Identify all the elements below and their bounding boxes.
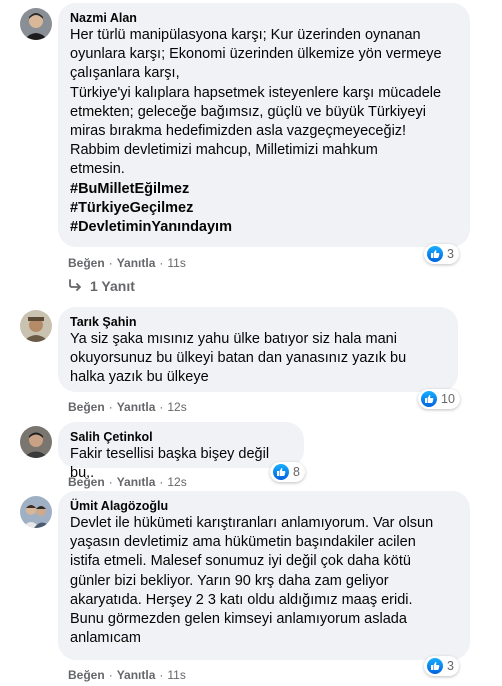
comment-line: akaryatıda. Herşey 2 3 katı oldu aldığım…	[70, 591, 413, 608]
avatar[interactable]	[20, 496, 52, 528]
avatar[interactable]	[20, 426, 52, 458]
reaction-count[interactable]: 8	[270, 462, 305, 482]
comment-line: Türkiye'yi kalıplara hapsetmek isteyenle…	[70, 84, 442, 101]
hashtag-link[interactable]: #DevletiminYanındayım	[70, 218, 458, 237]
comment-line: Ya siz şaka mısınız yahu ülke batıyor si…	[70, 331, 397, 347]
reply-button[interactable]: Yanıtla	[117, 256, 156, 270]
like-icon	[427, 246, 443, 262]
comment-bubble: Salih Çetinkol Fakir tesellisi başka biş…	[58, 422, 304, 481]
comment-line: Her türlü manipülasyona karşı; Kur üzeri…	[70, 27, 421, 43]
reaction-count[interactable]: 10	[418, 389, 460, 409]
reply-button[interactable]: Yanıtla	[117, 475, 156, 489]
comment-line: miras bırakma hedefimizden asla vazgeçme…	[70, 123, 407, 140]
comment-author[interactable]: Ümit Alagözoğlu	[70, 498, 458, 514]
like-button[interactable]: Beğen	[68, 668, 105, 682]
reaction-count-text: 3	[447, 659, 454, 673]
comment-line: Rabbim devletimizi mahcup, Milletimizi m…	[70, 142, 378, 159]
timestamp[interactable]: 12s	[167, 475, 186, 489]
reply-button[interactable]: Yanıtla	[117, 400, 156, 414]
like-button[interactable]: Beğen	[68, 400, 105, 414]
comment-line: oyunlara karşı; Ekonomi üzerinden ülkemi…	[70, 46, 442, 63]
comment-actions: Beğen · Yanıtla · 11s	[68, 668, 186, 682]
like-icon	[427, 658, 443, 674]
comment-bubble: Ümit Alagözoğlu Devlet ile hükümeti karı…	[58, 491, 470, 660]
comment-text: Ya siz şaka mısınız yahu ülke batıyor si…	[70, 330, 446, 388]
comment-text: Devlet ile hükümeti karıştıranları anlam…	[70, 514, 458, 648]
timestamp[interactable]: 11s	[167, 256, 185, 270]
comment-text: Her türlü manipülasyona karşı; Kur üzeri…	[70, 26, 458, 237]
timestamp[interactable]: 12s	[167, 400, 186, 414]
reaction-count[interactable]: 3	[424, 656, 459, 676]
comment-line: etmekten; geleceğe bağımsız, güçlü ve bü…	[70, 103, 426, 120]
timestamp[interactable]: 11s	[167, 668, 185, 682]
hashtag-link[interactable]: #BuMilletEğilmez	[70, 180, 458, 199]
avatar[interactable]	[20, 310, 52, 342]
reply-button[interactable]: Yanıtla	[117, 668, 156, 682]
reply-arrow-icon	[68, 278, 82, 294]
comment-line: yaşasın devletimiz ama hükümetin başında…	[70, 534, 416, 551]
reaction-count[interactable]: 3	[424, 244, 459, 264]
comment-actions: Beğen · Yanıtla · 12s	[68, 475, 187, 489]
replies-count-label: 1 Yanıt	[90, 278, 135, 294]
comment-line: çalışanlara karşı,	[70, 65, 180, 82]
comment-bubble: Nazmi Alan Her türlü manipülasyona karşı…	[58, 3, 470, 247]
separator-dot: ·	[108, 475, 113, 489]
like-button[interactable]: Beğen	[68, 256, 105, 270]
like-icon	[421, 391, 437, 407]
avatar[interactable]	[20, 8, 52, 40]
separator-dot: ·	[108, 668, 113, 682]
hashtag-link[interactable]: #TürkiyeGeçilmez	[70, 199, 458, 218]
separator-dot: ·	[108, 400, 113, 414]
comment-bubble: Tarık Şahin Ya siz şaka mısınız yahu ülk…	[58, 307, 458, 392]
separator-dot: ·	[159, 668, 164, 682]
like-button[interactable]: Beğen	[68, 475, 105, 489]
reaction-count-text: 3	[447, 247, 454, 261]
comment-author[interactable]: Tarık Şahin	[70, 314, 446, 330]
separator-dot: ·	[108, 256, 113, 270]
view-replies-link[interactable]: 1 Yanıt	[68, 278, 135, 294]
comment-author[interactable]: Nazmi Alan	[70, 10, 458, 26]
separator-dot: ·	[159, 256, 164, 270]
separator-dot: ·	[159, 475, 164, 489]
comment-line: okuyorsunuz bu ülkeyi batan dan yanasını…	[70, 350, 407, 367]
comment-line: halka yazık bu ülkeye	[70, 369, 209, 386]
like-icon	[273, 464, 289, 480]
comment-line: günler bizi bekliyor. Yarın 90 krş daha …	[70, 572, 389, 589]
comment-actions: Beğen · Yanıtla · 12s	[68, 400, 187, 414]
comment-line: Bunu görmezden gelen kimseyi anlamıyorum…	[70, 611, 407, 628]
comment-line: etmesin.	[70, 161, 125, 178]
reaction-count-text: 10	[441, 392, 455, 406]
comment-author[interactable]: Salih Çetinkol	[70, 429, 292, 445]
reaction-count-text: 8	[293, 465, 300, 479]
comment-line: Devlet ile hükümeti karıştıranları anlam…	[70, 515, 434, 531]
comment-line: anlamıcam	[70, 630, 141, 647]
comment-line: istifa etmeli. Malesef sonumuz iyi değil…	[70, 553, 411, 570]
separator-dot: ·	[159, 400, 164, 414]
comment-actions: Beğen · Yanıtla · 11s	[68, 256, 186, 270]
